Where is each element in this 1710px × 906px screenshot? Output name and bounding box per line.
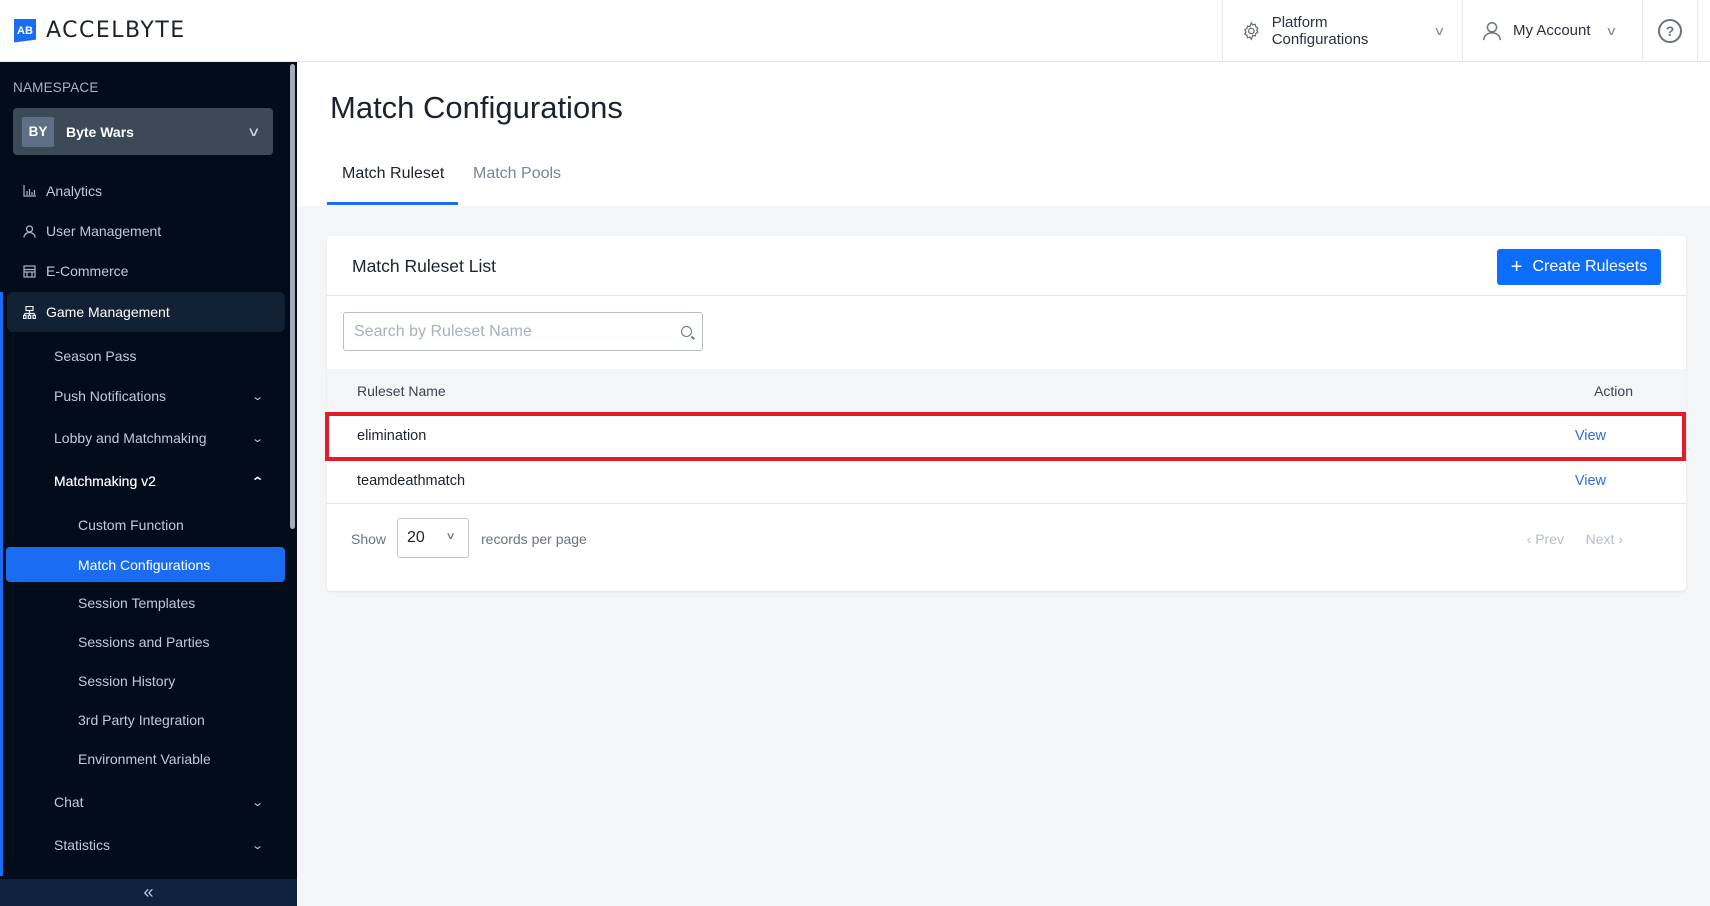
namespace-name: Byte Wars: [66, 123, 134, 140]
search-icon[interactable]: [681, 326, 692, 337]
table-header: Ruleset Name Action: [327, 369, 1686, 414]
pagination: Show 20 ∨ records per page ‹ Prev Next ›: [327, 516, 1686, 560]
help-icon: ?: [1658, 18, 1682, 43]
gear-icon: [1244, 20, 1259, 41]
view-link[interactable]: View: [1575, 473, 1606, 489]
sidebar-item-label: Chat: [54, 794, 84, 810]
sidebar-item-lobby-and-matchmaking[interactable]: Lobby and Matchmaking ⌄: [0, 419, 290, 457]
tab-match-ruleset[interactable]: Match Ruleset: [342, 165, 444, 205]
collapse-sidebar-button[interactable]: «: [0, 879, 297, 906]
sidebar-item-sessions-and-parties[interactable]: Sessions and Parties: [0, 623, 290, 661]
sidebar-item-label: Session History: [78, 673, 176, 689]
chevron-down-icon: ⌄: [250, 796, 264, 809]
sidebar: NAMESPACE BY Byte Wars ∨ Analytics User …: [0, 62, 297, 906]
chevron-down-icon: ⌄: [250, 839, 264, 852]
sidebar-item-matchmaking-v2[interactable]: Matchmaking v2 ⌃: [0, 462, 290, 500]
sidebar-item-label: Season Pass: [54, 348, 137, 364]
help-button[interactable]: ?: [1642, 0, 1698, 61]
sidebar-item-3rd-party-integration[interactable]: 3rd Party Integration: [0, 701, 290, 739]
create-rulesets-button[interactable]: + Create Rulesets: [1497, 249, 1661, 285]
chevron-down-icon: ⌄: [250, 432, 264, 445]
create-rulesets-label: Create Rulesets: [1532, 258, 1648, 275]
sidebar-item-label: Push Notifications: [54, 388, 167, 404]
store-icon: [22, 264, 36, 278]
sidebar-item-match-configurations[interactable]: Match Configurations: [6, 547, 285, 582]
sidebar-item-statistics[interactable]: Statistics ⌄: [0, 826, 290, 864]
sidebar-scrollbar[interactable]: [290, 64, 295, 529]
tab-match-pools[interactable]: Match Pools: [473, 165, 561, 205]
namespace-selector[interactable]: BY Byte Wars ∨: [13, 108, 273, 155]
table-row: elimination View: [325, 412, 1686, 461]
top-header: AB ACCELBYTE Platform Configurations ∨ M…: [0, 0, 1710, 62]
user-icon: [1483, 21, 1501, 40]
view-link[interactable]: View: [1575, 428, 1606, 444]
sidebar-item-label: E-Commerce: [46, 263, 129, 279]
sidebar-item-label: Session Templates: [78, 595, 196, 611]
prev-page-button[interactable]: ‹ Prev: [1527, 531, 1564, 547]
ruleset-table: Ruleset Name Action elimination View tea…: [325, 369, 1686, 504]
sidebar-item-analytics[interactable]: Analytics: [0, 172, 290, 210]
show-label: Show: [351, 531, 387, 547]
namespace-badge: BY: [22, 116, 54, 147]
user-icon: [22, 224, 36, 238]
chevron-down-icon: ∨: [1433, 23, 1446, 38]
sidebar-item-label: Lobby and Matchmaking: [54, 430, 207, 446]
sidebar-item-push-notifications[interactable]: Push Notifications ⌄: [0, 377, 290, 415]
search-input[interactable]: [354, 322, 681, 341]
sidebar-item-session-history[interactable]: Session History: [0, 662, 290, 700]
active-tab-indicator: [327, 202, 458, 205]
brand-name: ACCELBYTE: [46, 18, 186, 43]
sidebar-item-game-management[interactable]: Game Management: [7, 292, 285, 332]
column-header-action: Action: [1594, 383, 1633, 399]
sidebar-item-environment-variable[interactable]: Environment Variable: [0, 740, 290, 778]
logo-mark-icon: AB: [14, 18, 36, 43]
ruleset-name: elimination: [357, 428, 427, 444]
sidebar-item-label: Custom Function: [78, 517, 184, 533]
chart-icon: [22, 184, 36, 198]
platform-configurations-label: Platform Configurations: [1271, 13, 1369, 48]
double-chevron-left-icon: «: [143, 882, 154, 902]
page-title: Match Configurations: [330, 90, 623, 125]
sidebar-item-label: Environment Variable: [78, 751, 211, 767]
sitemap-icon: [22, 305, 36, 319]
column-header-ruleset-name: Ruleset Name: [357, 383, 446, 399]
table-row: teamdeathmatch View: [327, 459, 1686, 504]
chevron-up-icon: ⌃: [250, 475, 264, 488]
chevron-down-icon: ∨: [1604, 23, 1618, 38]
sidebar-item-custom-function[interactable]: Custom Function: [0, 506, 290, 544]
sidebar-item-label: Match Configurations: [78, 556, 211, 573]
match-ruleset-card: Match Ruleset List + Create Rulesets Rul…: [325, 236, 1686, 591]
card-header: Match Ruleset List + Create Rulesets: [327, 236, 1686, 296]
chevron-down-icon: ∨: [445, 531, 456, 542]
next-page-button[interactable]: Next ›: [1586, 531, 1623, 547]
sidebar-item-label: 3rd Party Integration: [78, 712, 205, 728]
search-field[interactable]: [343, 312, 703, 351]
records-per-page-select[interactable]: 20 ∨: [397, 518, 469, 558]
sidebar-item-session-templates[interactable]: Session Templates: [0, 584, 290, 622]
my-account-label: My Account: [1513, 22, 1591, 39]
sidebar-item-chat[interactable]: Chat ⌄: [0, 783, 290, 821]
my-account-menu[interactable]: My Account ∨: [1462, 0, 1642, 61]
chevron-down-icon: ⌄: [250, 390, 264, 403]
sidebar-item-label: Matchmaking v2: [54, 473, 156, 489]
plus-icon: +: [1510, 256, 1523, 278]
page-header: Match Configurations Match Ruleset Match…: [297, 62, 1710, 206]
sidebar-item-label: Sessions and Parties: [78, 634, 210, 650]
sidebar-item-user-management[interactable]: User Management: [0, 212, 290, 250]
sidebar-item-label: Game Management: [46, 304, 170, 320]
records-per-page-label: records per page: [481, 531, 587, 547]
ruleset-name: teamdeathmatch: [357, 473, 466, 489]
namespace-label: NAMESPACE: [13, 80, 99, 95]
per-page-value: 20: [407, 529, 425, 546]
sidebar-item-label: Statistics: [54, 837, 111, 853]
sidebar-item-label: User Management: [46, 223, 162, 239]
accelbyte-logo[interactable]: AB ACCELBYTE: [14, 18, 186, 43]
sidebar-item-label: Analytics: [46, 183, 103, 199]
platform-configurations-menu[interactable]: Platform Configurations ∨: [1222, 0, 1462, 61]
sidebar-item-season-pass[interactable]: Season Pass: [0, 337, 290, 375]
chevron-down-icon: ∨: [247, 123, 262, 139]
sidebar-item-e-commerce[interactable]: E-Commerce: [0, 252, 290, 290]
card-title: Match Ruleset List: [352, 256, 496, 276]
